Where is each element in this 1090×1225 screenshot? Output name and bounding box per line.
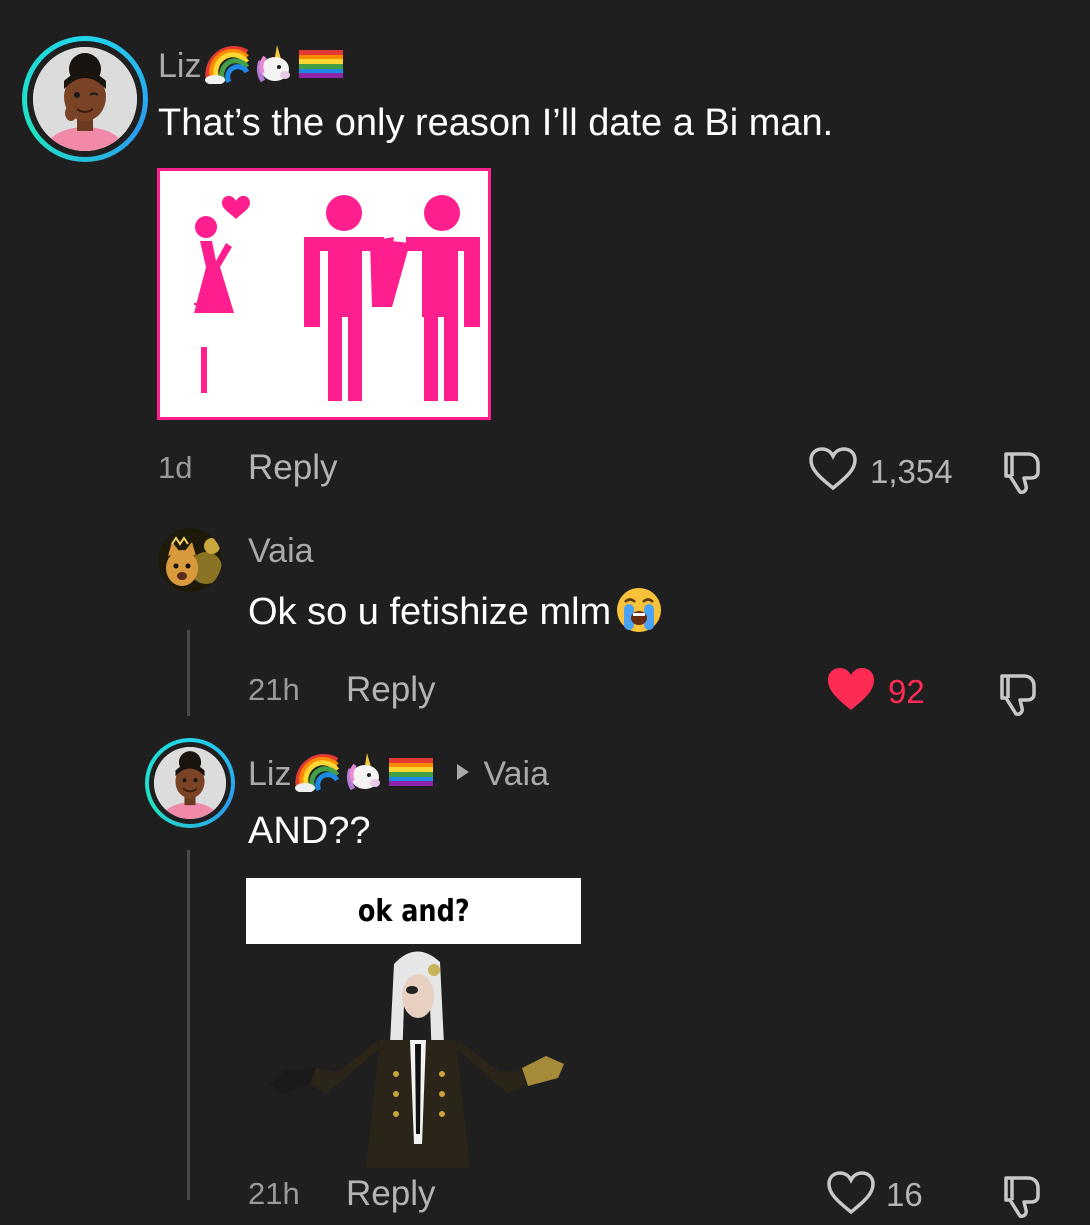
comment-1-header: Liz [158, 43, 344, 90]
comment-timestamp: 1d [158, 450, 193, 485]
username[interactable]: Liz [158, 47, 201, 86]
loudly-crying-face-icon [615, 586, 663, 639]
rainbow-icon [203, 44, 250, 89]
unicorn-icon [343, 751, 385, 798]
comment-2-body: Ok so u fetishize mlm [248, 586, 663, 639]
like-button[interactable]: 1,354 [808, 446, 953, 497]
heart-filled-icon [826, 666, 876, 717]
avatar-vaia[interactable] [158, 528, 222, 592]
unicorn-icon [253, 43, 295, 90]
avatar-cartoon-girl-image [33, 47, 137, 151]
sticker-caption-box: ok and? [246, 878, 581, 944]
username[interactable]: Liz [248, 755, 291, 794]
thumbs-down-icon [994, 674, 1042, 722]
username[interactable]: Vaia [248, 532, 314, 571]
attached-image-bi-sticker[interactable] [157, 168, 491, 420]
rainbow-icon [293, 752, 340, 797]
avatar-liz[interactable] [22, 36, 148, 162]
reply-arrow-icon [455, 762, 471, 787]
comment-3-header: Liz Vaia [248, 752, 549, 796]
comment-text: AND?? [248, 810, 371, 852]
shrugging-character-image [270, 951, 564, 1168]
like-button[interactable]: 92 [826, 666, 925, 717]
reply-to-username[interactable]: Vaia [483, 755, 549, 794]
attached-sticker-ok-and[interactable]: ok and? [246, 878, 581, 1168]
reply-button[interactable]: Reply [248, 448, 337, 488]
heart-outline-icon [808, 446, 858, 497]
like-count: 16 [886, 1176, 923, 1213]
reply-button[interactable]: Reply [346, 670, 435, 710]
like-count: 92 [888, 672, 925, 710]
rainbow-flag-icon [299, 49, 344, 83]
comment-text: Ok so u fetishize mlm [248, 591, 612, 633]
reply-button[interactable]: Reply [346, 1174, 435, 1214]
comment-text: That’s the only reason I’ll date a Bi ma… [158, 102, 834, 144]
rainbow-flag-icon [389, 757, 434, 791]
sticker-caption: ok and? [357, 893, 470, 929]
comment-timestamp: 21h [248, 672, 300, 707]
thread-line [187, 630, 190, 716]
avatar-cartoon-girl-image [154, 747, 226, 819]
avatar-liz[interactable] [145, 738, 235, 828]
thumbs-down-icon [998, 452, 1046, 500]
thumbs-down-icon [998, 1176, 1046, 1224]
like-count: 1,354 [870, 452, 953, 490]
comment-timestamp: 21h [248, 1176, 300, 1211]
thread-line [187, 850, 190, 1200]
heart-outline-icon [826, 1170, 876, 1221]
like-button[interactable]: 16 [826, 1170, 923, 1221]
dislike-button[interactable] [994, 670, 1042, 723]
dislike-button[interactable] [998, 448, 1046, 501]
bi-symbol-figures-image [194, 195, 480, 401]
dislike-button[interactable] [998, 1172, 1046, 1225]
avatar-cat-image [158, 528, 222, 592]
